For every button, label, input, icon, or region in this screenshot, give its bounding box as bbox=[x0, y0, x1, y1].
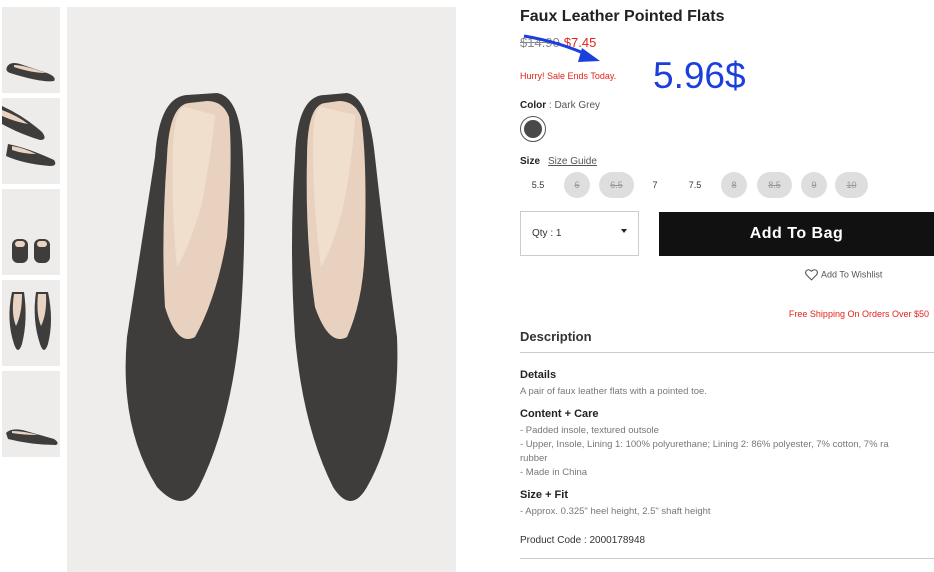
product-page: Faux Leather Pointed Flats $14.90 $7.45 H… bbox=[0, 0, 934, 572]
annotation-arrow-icon bbox=[523, 34, 600, 62]
color-label: Color bbox=[520, 100, 547, 111]
size-option[interactable]: 10 bbox=[835, 172, 868, 198]
thumbnail-pair-view[interactable] bbox=[2, 280, 60, 366]
care-line: rubber bbox=[520, 453, 548, 464]
wishlist-label: Add To Wishlist bbox=[821, 269, 883, 280]
details-text: A pair of faux leather flats with a poin… bbox=[520, 386, 707, 397]
price-annotation: 5.96$ bbox=[653, 55, 746, 96]
size-option[interactable]: 9 bbox=[801, 172, 827, 198]
content-care-heading: Content + Care bbox=[520, 408, 599, 420]
main-product-image bbox=[67, 7, 456, 572]
thumbnail-top-view[interactable] bbox=[2, 98, 60, 184]
thumbnail-on-foot-view[interactable] bbox=[2, 371, 60, 457]
description-heading[interactable]: Description bbox=[520, 329, 592, 344]
caret-down-icon bbox=[621, 229, 627, 233]
size-fit-heading: Size + Fit bbox=[520, 489, 568, 501]
color-swatch-dark-grey[interactable] bbox=[520, 116, 546, 142]
details-heading: Details bbox=[520, 369, 557, 381]
size-guide-link[interactable]: Size Guide bbox=[548, 156, 597, 167]
size-label: Size bbox=[520, 156, 541, 167]
care-line: - Upper, Insole, Lining 1: 100% polyuret… bbox=[520, 439, 889, 450]
product-info-panel: Faux Leather Pointed Flats $14.90 $7.45 H… bbox=[520, 0, 934, 572]
quantity-value: Qty : 1 bbox=[532, 228, 562, 239]
divider bbox=[520, 352, 934, 353]
thumbnail-side-view[interactable] bbox=[2, 7, 60, 93]
care-line: - Made in China bbox=[520, 467, 588, 478]
product-title: Faux Leather Pointed Flats bbox=[520, 8, 725, 25]
heart-icon bbox=[805, 269, 818, 281]
add-to-wishlist-link[interactable]: Add To Wishlist bbox=[805, 269, 882, 281]
product-code: Product Code : 2000178948 bbox=[520, 535, 646, 546]
color-separator: : bbox=[548, 100, 552, 111]
size-option[interactable]: 7.5 bbox=[677, 172, 713, 198]
size-option[interactable]: 5.5 bbox=[520, 172, 556, 198]
divider bbox=[520, 558, 934, 559]
size-option[interactable]: 7 bbox=[642, 172, 668, 198]
size-option[interactable]: 6 bbox=[564, 172, 590, 198]
size-option[interactable]: 8 bbox=[721, 172, 747, 198]
size-label-row: Size Size Guide bbox=[520, 156, 597, 167]
thumbnail-list bbox=[2, 7, 60, 462]
thumbnail-back-view[interactable] bbox=[2, 189, 60, 275]
size-fit-text: - Approx. 0.325" heel height, 2.5" shaft… bbox=[520, 506, 711, 517]
free-shipping-notice: Free Shipping On Orders Over $50 bbox=[788, 309, 929, 319]
sale-ends-notice: Hurry! Sale Ends Today. bbox=[520, 71, 617, 81]
add-to-bag-button[interactable]: Add To Bag bbox=[659, 212, 934, 256]
size-option[interactable]: 8.5 bbox=[757, 172, 792, 198]
color-label-row: Color : Dark Grey bbox=[520, 100, 600, 111]
quantity-select[interactable]: Qty : 1 bbox=[520, 211, 639, 256]
size-option[interactable]: 6.5 bbox=[599, 172, 634, 198]
care-line: - Padded insole, textured outsole bbox=[520, 425, 659, 436]
color-value: Dark Grey bbox=[554, 100, 601, 111]
